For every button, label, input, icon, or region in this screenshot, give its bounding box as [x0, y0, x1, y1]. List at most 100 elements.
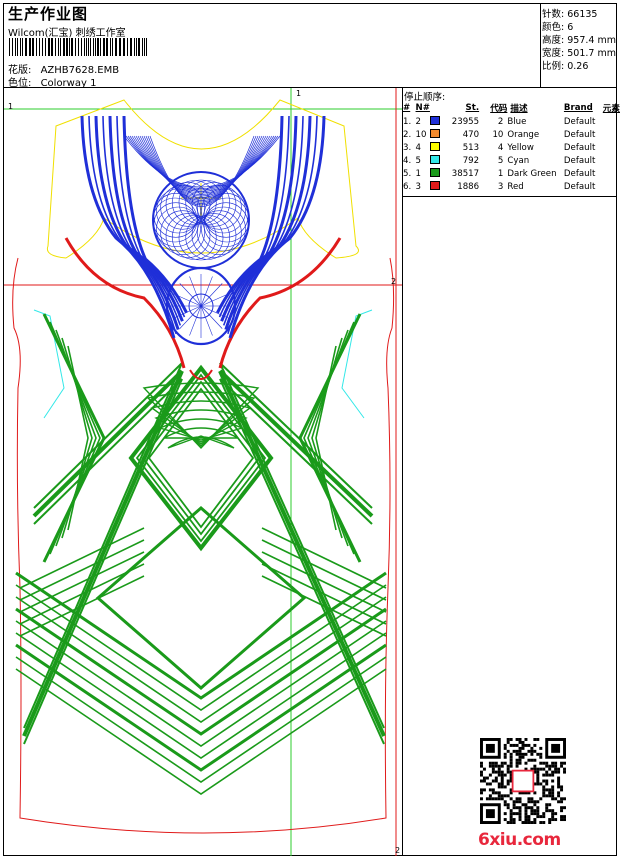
qr-module	[509, 815, 513, 819]
qr-module	[515, 749, 519, 753]
qr-module	[545, 788, 549, 792]
qr-module	[536, 770, 540, 774]
qr-module	[533, 764, 537, 768]
qr-module	[497, 785, 501, 789]
row-idx: 2.	[403, 129, 412, 140]
qr-module	[497, 764, 501, 768]
qr-module	[512, 743, 516, 747]
barcode-bar	[48, 38, 50, 56]
barcode-bar	[103, 38, 105, 56]
color-swatch	[430, 181, 441, 190]
qr-module	[551, 812, 555, 816]
diagonal-band	[219, 378, 373, 525]
qr-module	[515, 761, 519, 765]
qr-module	[524, 806, 528, 810]
qr-module	[503, 803, 507, 807]
qr-module	[542, 788, 546, 792]
barcode-bar	[88, 38, 89, 56]
qr-module	[530, 746, 534, 750]
barcode-bar	[112, 38, 113, 56]
qr-module	[524, 752, 528, 756]
qr-module	[497, 794, 501, 798]
qr-module	[551, 779, 555, 783]
qr-module	[494, 770, 498, 774]
guide-label: 1	[8, 102, 14, 111]
qr-module	[539, 755, 543, 759]
qr-module	[530, 812, 534, 816]
barcode-bar	[15, 38, 16, 56]
qr-module	[518, 755, 522, 759]
barcode-bar	[63, 38, 65, 56]
qr-finder	[485, 743, 495, 753]
qr-module	[491, 779, 495, 783]
row-element	[599, 128, 620, 141]
row-needle: 1	[416, 167, 452, 180]
col-header-element: 元素	[602, 104, 620, 114]
qr-module	[542, 773, 546, 777]
qr-module	[500, 797, 504, 801]
barcode-bar	[17, 38, 18, 56]
row-idx: 6.	[403, 181, 412, 192]
qr-module	[515, 812, 519, 816]
blue-left-row	[80, 115, 176, 339]
qr-module	[557, 770, 561, 774]
qr-module	[482, 776, 486, 780]
qr-module	[521, 752, 525, 756]
row-stitches: 38517	[451, 168, 480, 179]
qr-module	[533, 809, 537, 813]
needle-number: 4	[415, 143, 422, 153]
qr-module	[560, 809, 564, 813]
qr-module	[542, 812, 546, 816]
barcode-bar	[123, 38, 125, 56]
qr-module	[545, 782, 549, 786]
stat-label: 比例:	[542, 61, 565, 72]
qr-module	[518, 749, 522, 753]
qr-module	[542, 761, 546, 765]
qr-module	[557, 782, 561, 786]
qr-module	[521, 803, 525, 807]
blue-stitch-layer	[80, 115, 326, 346]
qr-module	[554, 812, 558, 816]
qr-module	[506, 806, 510, 810]
row-element	[599, 154, 620, 167]
barcode-bar	[119, 38, 121, 56]
qr-module	[494, 797, 498, 801]
qr-module	[518, 809, 522, 813]
qr-module	[500, 782, 504, 786]
col-header-st: St.	[465, 103, 480, 113]
col-header-desc: 描述	[510, 104, 528, 114]
qr-module	[500, 779, 504, 783]
qr-module	[536, 806, 540, 810]
qr-module	[563, 797, 566, 801]
qr-module	[515, 758, 519, 762]
row-desc: Orange	[507, 129, 540, 140]
barcode	[9, 38, 147, 56]
qr-finder	[551, 743, 561, 753]
color-sequence-table: # N# St. 代码 描述 Brand 元素 1. 2 23955 2 Blue Def…	[403, 101, 620, 193]
table-row: 3. 4 513 4 Yellow Default	[403, 141, 620, 154]
qr-module	[509, 809, 513, 813]
qr-module	[548, 767, 552, 771]
qr-module	[512, 812, 516, 816]
qr-module	[491, 791, 495, 795]
qr-module	[548, 818, 552, 822]
colorway-line: 色位: Colorway 1	[8, 74, 96, 89]
qr-module	[509, 818, 513, 822]
qr-module	[560, 800, 564, 804]
barcode-bar	[100, 38, 101, 56]
row-brand: Default	[563, 129, 596, 140]
qr-module	[515, 797, 519, 801]
left-hem-stripe	[19, 575, 145, 637]
qr-module	[491, 788, 495, 792]
qr-module	[518, 758, 522, 762]
qr-module	[533, 821, 537, 824]
barcode-bar	[93, 38, 94, 56]
qr-module	[533, 800, 537, 804]
table-row: 4. 5 792 5 Cyan Default	[403, 154, 620, 167]
qr-module	[512, 806, 516, 810]
qr-center-logo	[511, 769, 535, 793]
qr-module	[491, 761, 495, 765]
qr-module	[530, 758, 534, 762]
qr-module	[497, 773, 501, 777]
stats-divider	[540, 3, 541, 87]
